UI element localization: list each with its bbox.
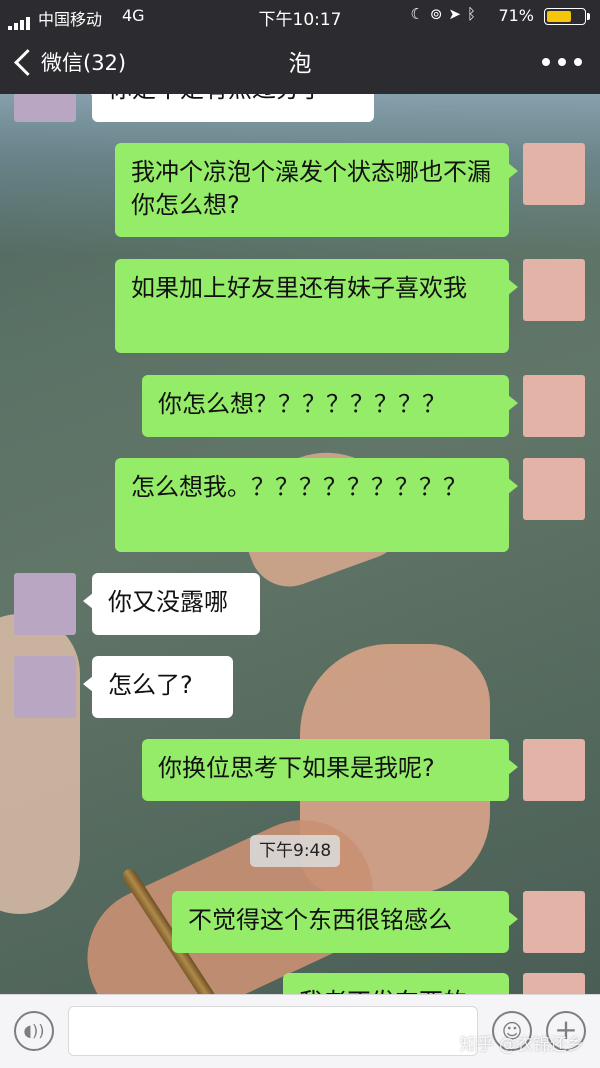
message-bubble[interactable]: 你是不是有点过分了 (83, 94, 374, 122)
avatar[interactable] (523, 259, 585, 321)
moon-icon: ☾ (410, 5, 430, 23)
top-bar: 中国移动 4G 下午10:17 ☾⊚➤ᛒ 71% 微信(32) 泡 (0, 0, 600, 94)
battery-icon (544, 8, 590, 25)
avatar[interactable] (523, 143, 585, 205)
message-bubble[interactable]: 我老不发东西的 (283, 973, 518, 994)
status-icons: ☾⊚➤ᛒ (410, 5, 482, 23)
message-bubble[interactable]: 不觉得这个东西很铭感么 (172, 891, 518, 953)
chat-title: 泡 (288, 51, 312, 77)
watermark: 知乎 @衣锦还乡 (459, 1035, 584, 1055)
more-options-button[interactable] (542, 52, 582, 72)
battery-percent: 71% (498, 6, 534, 25)
avatar[interactable] (523, 458, 585, 520)
avatar[interactable] (523, 375, 585, 437)
status-bar: 中国移动 4G 下午10:17 ☾⊚➤ᛒ 71% (0, 0, 600, 32)
timestamp-label: 下午9:48 (250, 835, 341, 867)
location-icon: ➤ (448, 5, 467, 23)
avatar[interactable] (14, 94, 76, 122)
message-bubble[interactable]: 怎么了? (83, 656, 233, 718)
message-bubble[interactable]: 你换位思考下如果是我呢? (142, 739, 518, 801)
message-list[interactable]: 你是不是有点过分了 我冲个凉泡个澡发个状态哪也不漏你怎么想? 如果加上好友里还有… (0, 94, 600, 994)
avatar[interactable] (523, 973, 585, 994)
avatar[interactable] (523, 891, 585, 953)
bluetooth-icon: ᛒ (466, 5, 482, 23)
avatar[interactable] (14, 573, 76, 635)
message-input[interactable] (68, 1006, 478, 1056)
rotation-lock-icon: ⊚ (429, 5, 449, 23)
avatar[interactable] (14, 656, 76, 718)
message-bubble[interactable]: 怎么想我。？？？？？？？？？ (115, 458, 518, 552)
message-bubble[interactable]: 如果加上好友里还有妹子喜欢我 (115, 259, 518, 353)
avatar[interactable] (523, 739, 585, 801)
message-bubble[interactable]: 你怎么想？？？？？？？？ (142, 375, 518, 437)
message-bubble[interactable]: 你又没露哪 (83, 573, 260, 635)
message-bubble[interactable]: 我冲个凉泡个澡发个状态哪也不漏你怎么想? (115, 143, 518, 237)
voice-icon[interactable]: ◖)) (14, 1011, 54, 1051)
